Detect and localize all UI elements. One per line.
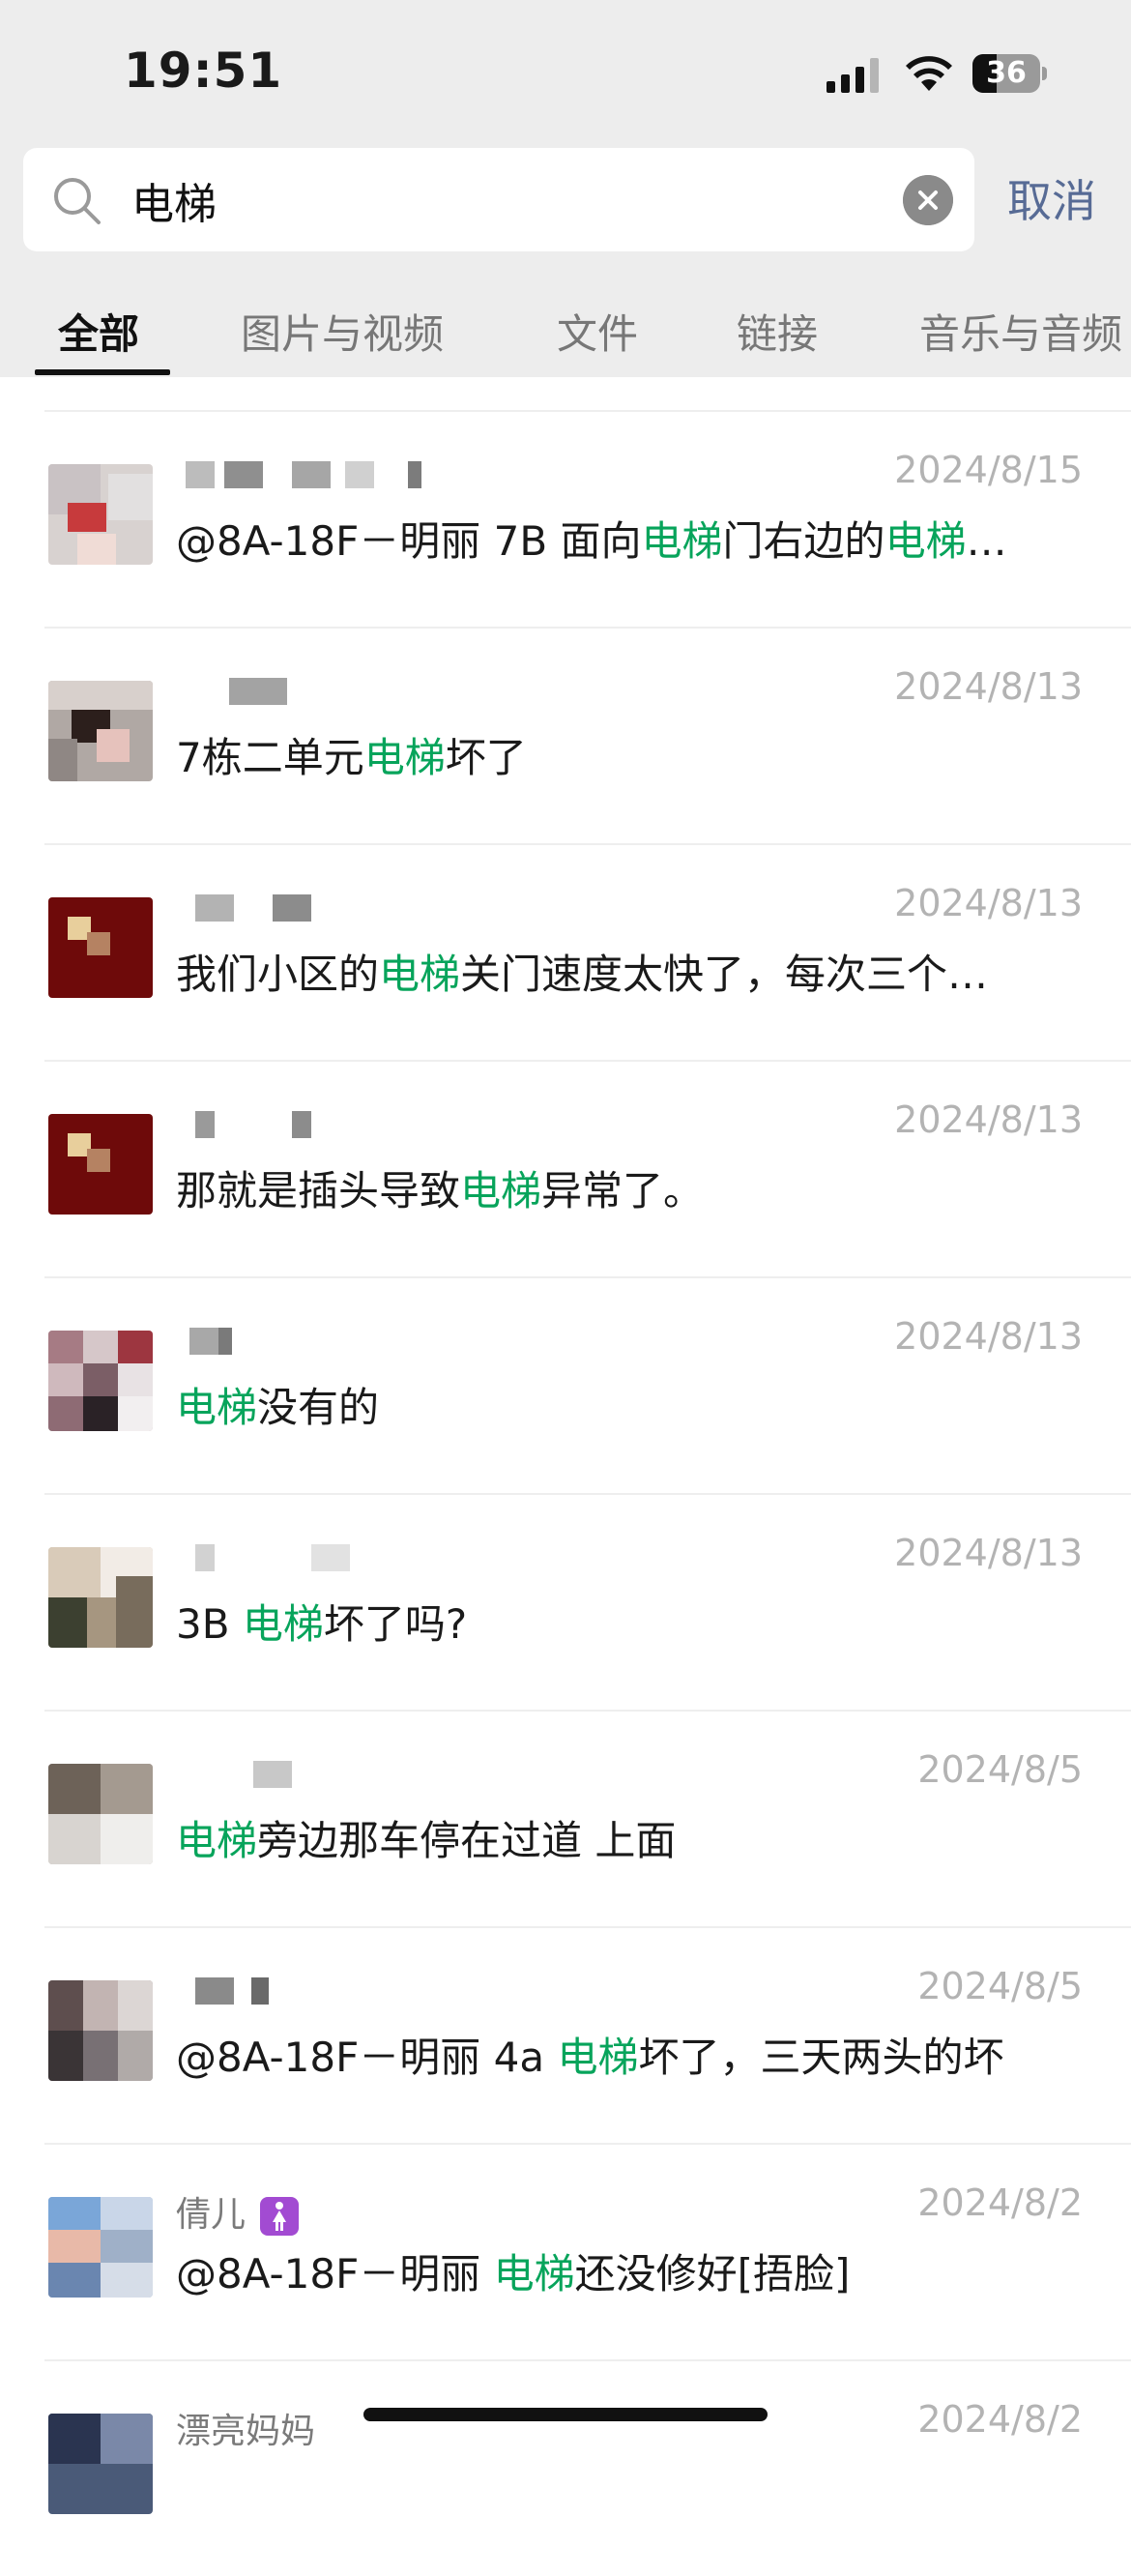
clear-search-icon[interactable] <box>903 175 953 225</box>
tab-links[interactable]: 链接 <box>737 302 818 361</box>
avatar <box>48 897 153 998</box>
avatar <box>48 681 153 781</box>
message-snippet: @8A-18F－明丽 7B 面向电梯门右边的电梯… <box>176 517 1007 565</box>
contact-name <box>176 670 756 713</box>
contact-name <box>176 887 756 929</box>
cancel-button[interactable]: 取消 <box>1007 166 1096 230</box>
list-item[interactable]: 2024/8/13 那就是插头导致电梯异常了。 <box>0 1060 1131 1276</box>
message-date: 2024/8/13 <box>894 1532 1083 1574</box>
message-date: 2024/8/13 <box>894 1315 1083 1358</box>
contact-name <box>176 1537 756 1579</box>
message-snippet: 3B 电梯坏了吗? <box>176 1600 468 1648</box>
status-time: 19:51 <box>124 43 283 99</box>
list-item[interactable]: 2024/8/13 我们小区的电梯关门速度太快了，每次三个… <box>0 843 1131 1060</box>
list-item[interactable]: 2024/8/13 3B 电梯坏了吗? <box>0 1493 1131 1710</box>
avatar <box>48 1547 153 1648</box>
avatar <box>48 1114 153 1215</box>
list-item[interactable]: 2024/8/13 电梯没有的 <box>0 1276 1131 1493</box>
battery-level: 36 <box>986 56 1027 90</box>
message-date: 2024/8/13 <box>894 665 1083 708</box>
list-item[interactable]: 2024/8/15 @8A-18F－明丽 7B 面向电梯门右边的电梯… <box>0 410 1131 627</box>
contact-name: 倩儿 <box>176 2186 756 2236</box>
list-item[interactable]: 2024/8/5 @8A-18F－明丽 4a 电梯坏了，三天两头的坏 <box>0 1926 1131 2143</box>
message-snippet: 那就是插头导致电梯异常了。 <box>176 1167 705 1215</box>
tab-all[interactable]: 全部 <box>58 302 139 361</box>
list-item[interactable]: 2024/8/5 电梯旁边那车停在过道 上面 <box>0 1710 1131 1926</box>
active-tab-indicator <box>35 369 170 375</box>
search-icon <box>54 178 101 224</box>
list-item[interactable]: 2024/8/13 7栋二单元电梯坏了 <box>0 627 1131 843</box>
avatar <box>48 2414 153 2514</box>
list-item[interactable]: 漂亮妈妈 2024/8/2 <box>0 2359 1131 2576</box>
message-date: 2024/8/13 <box>894 1098 1083 1141</box>
message-date: 2024/8/2 <box>917 2398 1083 2441</box>
contact-name <box>176 1103 756 1146</box>
tab-files[interactable]: 文件 <box>557 302 638 361</box>
tab-music-audio[interactable]: 音乐与音频 <box>919 302 1122 361</box>
search-input[interactable] <box>131 148 905 251</box>
list-item[interactable]: 倩儿 2024/8/2 @8A-18F－明丽 电梯还没修好[捂脸] <box>0 2143 1131 2359</box>
top-bar: 19:51 36 取消 全部 图片与视频 文件 链接 <box>0 0 1131 377</box>
wifi-icon <box>906 56 952 91</box>
avatar <box>48 464 153 565</box>
message-snippet: 我们小区的电梯关门速度太快了，每次三个… <box>176 951 989 998</box>
avatar <box>48 1764 153 1864</box>
message-date: 2024/8/5 <box>917 1965 1083 2007</box>
cellular-signal-icon <box>826 58 879 93</box>
filter-tabs: 全部 图片与视频 文件 链接 音乐与音频 <box>0 290 1131 377</box>
avatar <box>48 1331 153 1431</box>
message-snippet: 电梯旁边那车停在过道 上面 <box>176 1817 677 1864</box>
avatar <box>48 1980 153 2081</box>
message-snippet: @8A-18F－明丽 4a 电梯坏了，三天两头的坏 <box>176 2034 1004 2081</box>
search-bar[interactable] <box>23 148 974 251</box>
avatar <box>48 2197 153 2298</box>
battery-icon: 36 <box>972 54 1047 93</box>
message-date: 2024/8/15 <box>894 449 1083 491</box>
message-date: 2024/8/13 <box>894 882 1083 924</box>
message-date: 2024/8/5 <box>917 1748 1083 1791</box>
message-snippet: 电梯没有的 <box>176 1384 380 1431</box>
tab-photos-videos[interactable]: 图片与视频 <box>241 302 444 361</box>
female-restroom-emoji-icon <box>260 2197 300 2236</box>
contact-name <box>176 1320 756 1362</box>
home-indicator[interactable] <box>363 2408 768 2421</box>
message-snippet: @8A-18F－明丽 电梯还没修好[捂脸] <box>176 2250 851 2298</box>
message-snippet: 7栋二单元电梯坏了 <box>176 734 527 781</box>
contact-name <box>176 454 756 496</box>
contact-name <box>176 1753 756 1796</box>
contact-name <box>176 1970 756 2012</box>
message-date: 2024/8/2 <box>917 2181 1083 2224</box>
